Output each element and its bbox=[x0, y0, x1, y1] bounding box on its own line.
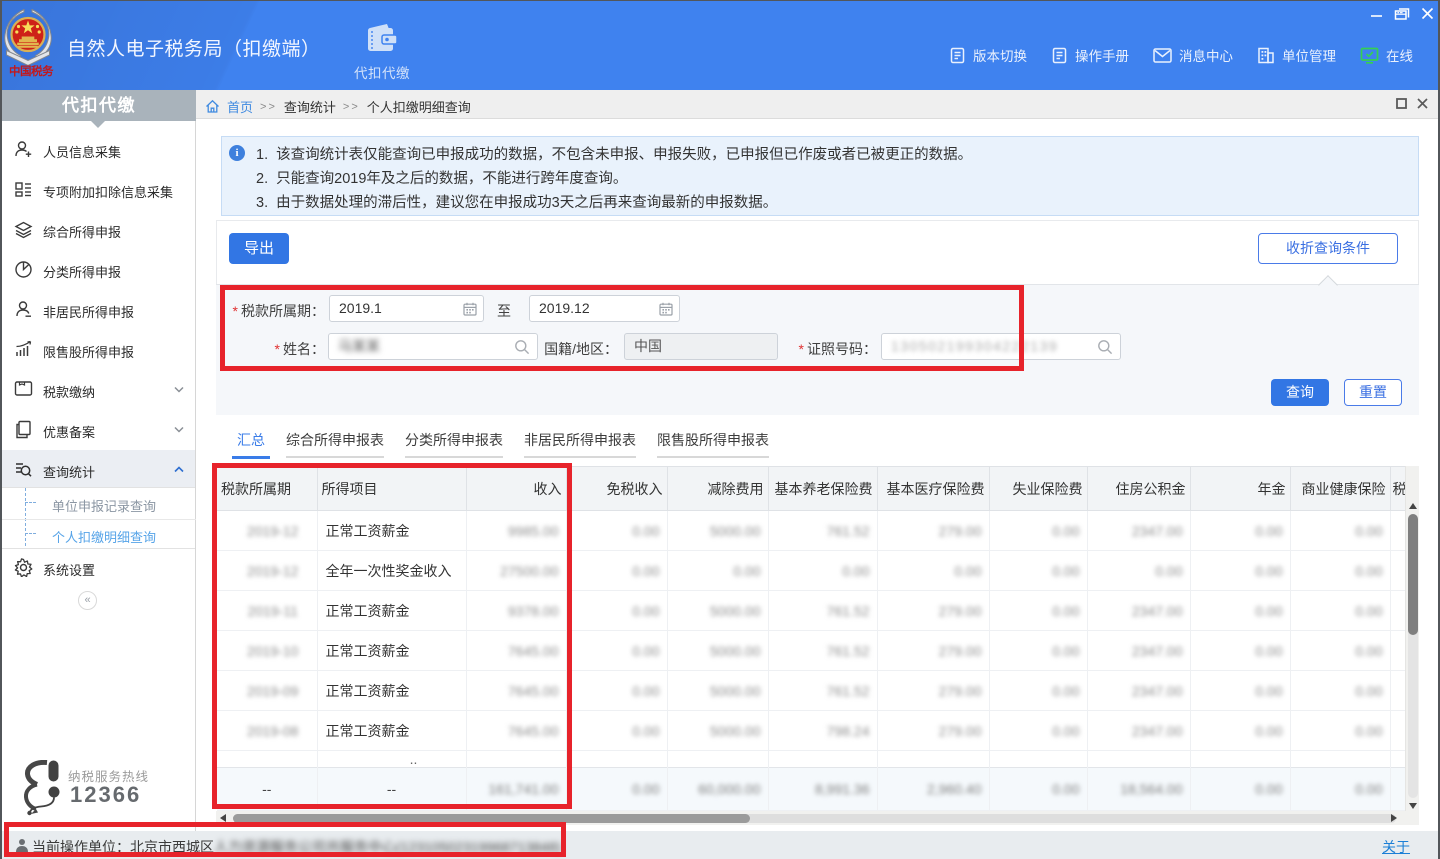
svg-text:中国税务: 中国税务 bbox=[9, 64, 54, 78]
